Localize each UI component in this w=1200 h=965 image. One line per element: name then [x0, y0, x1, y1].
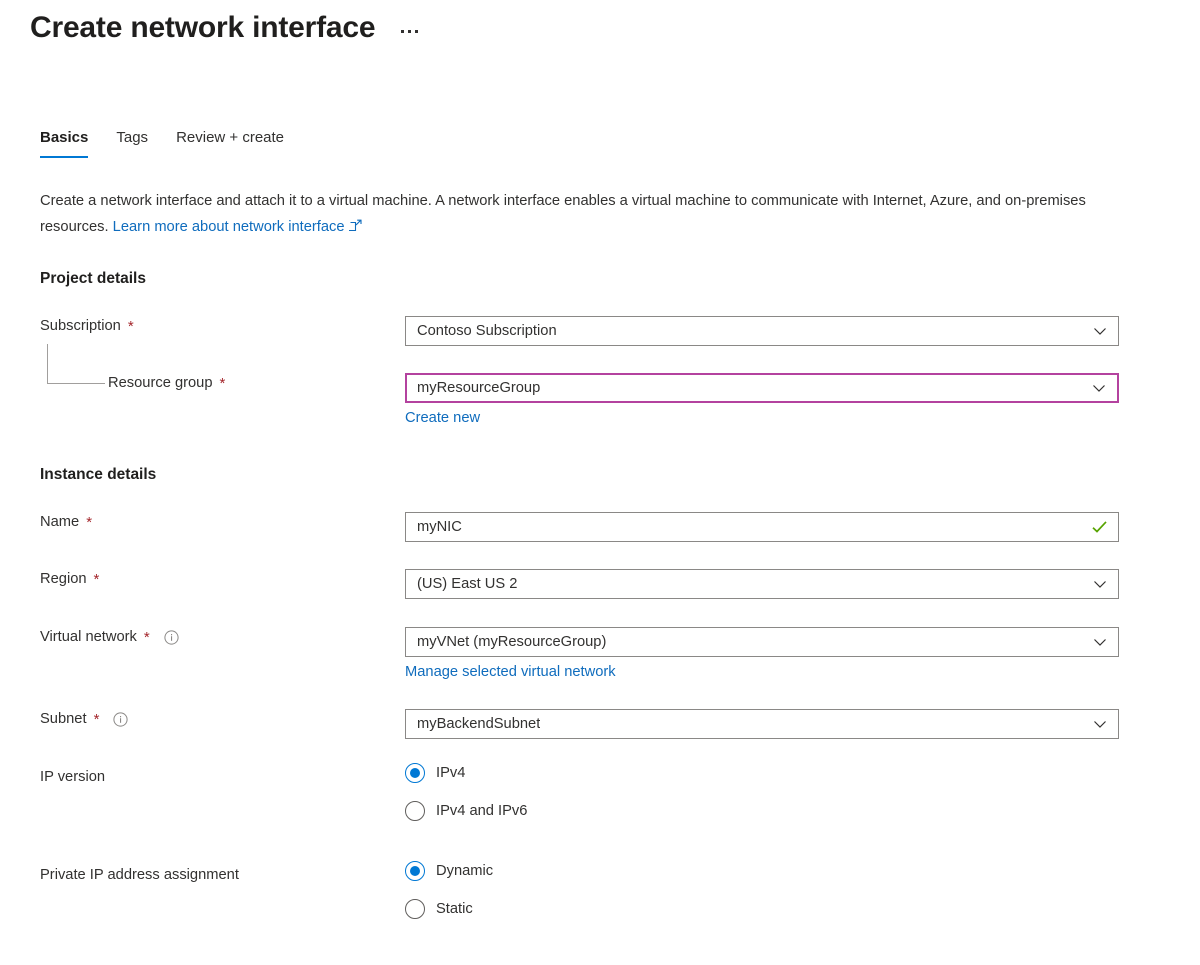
- control-region: (US) East US 2: [405, 569, 1119, 599]
- chevron-down-icon: [1092, 716, 1108, 732]
- resource-group-sublink: Create new: [405, 408, 1119, 428]
- control-name: myNIC: [405, 512, 1119, 542]
- radio-static[interactable]: Static: [405, 894, 493, 924]
- label-virtual-network: Virtual network *: [40, 627, 179, 647]
- label-subnet: Subnet *: [40, 709, 128, 729]
- radio-mark-icon: [405, 801, 425, 821]
- subscription-dropdown[interactable]: Contoso Subscription: [405, 316, 1119, 346]
- control-subscription: Contoso Subscription: [405, 316, 1119, 346]
- label-name-text: Name: [40, 512, 79, 532]
- resource-group-dropdown[interactable]: myResourceGroup: [405, 373, 1119, 403]
- chevron-down-icon: [1092, 323, 1108, 339]
- radio-mark-icon: [405, 899, 425, 919]
- subnet-dropdown[interactable]: myBackendSubnet: [405, 709, 1119, 739]
- region-value: (US) East US 2: [417, 570, 517, 598]
- label-name: Name *: [40, 512, 92, 532]
- radio-group-ip-version: IPv4 IPv4 and IPv6: [405, 758, 527, 826]
- name-input[interactable]: myNIC: [405, 512, 1119, 542]
- radio-mark-icon: [405, 861, 425, 881]
- label-subscription-text: Subscription: [40, 316, 121, 336]
- region-dropdown[interactable]: (US) East US 2: [405, 569, 1119, 599]
- subscription-value: Contoso Subscription: [417, 317, 557, 345]
- label-private-ip-assignment-text: Private IP address assignment: [40, 865, 239, 885]
- create-network-interface-page: Create network interface Basics Tags Rev…: [0, 0, 1200, 965]
- label-private-ip-assignment: Private IP address assignment: [40, 865, 239, 885]
- valid-check-icon: [1091, 519, 1108, 536]
- tab-review-create[interactable]: Review + create: [162, 128, 298, 158]
- virtual-network-sublink: Manage selected virtual network: [405, 662, 1119, 682]
- manage-virtual-network-link[interactable]: Manage selected virtual network: [405, 664, 616, 680]
- radio-ipv4[interactable]: IPv4: [405, 758, 527, 788]
- tab-bar: Basics Tags Review + create: [40, 128, 298, 158]
- radio-group-private-ip-assignment: Dynamic Static: [405, 856, 493, 924]
- required-asterisk: *: [144, 630, 150, 645]
- tree-connector: [47, 344, 105, 384]
- section-heading-instance-details: Instance details: [40, 466, 156, 484]
- more-options-icon[interactable]: [397, 24, 422, 39]
- required-asterisk: *: [94, 572, 100, 587]
- info-icon[interactable]: [164, 630, 179, 645]
- info-icon[interactable]: [113, 712, 128, 727]
- control-subnet: myBackendSubnet: [405, 709, 1119, 739]
- ellipsis-dot: [401, 30, 404, 33]
- label-ip-version: IP version: [40, 767, 105, 787]
- label-subnet-text: Subnet: [40, 709, 87, 729]
- external-link-icon: [349, 215, 362, 241]
- label-region: Region *: [40, 569, 99, 589]
- chevron-down-icon: [1092, 634, 1108, 650]
- radio-mark-icon: [405, 763, 425, 783]
- label-region-text: Region: [40, 569, 87, 589]
- tab-tags[interactable]: Tags: [102, 128, 162, 158]
- learn-more-label: Learn more about network interface: [113, 219, 345, 235]
- required-asterisk: *: [94, 712, 100, 727]
- required-asterisk: *: [220, 376, 226, 391]
- ellipsis-dot: [415, 30, 418, 33]
- virtual-network-value: myVNet (myResourceGroup): [417, 628, 606, 656]
- tab-basics[interactable]: Basics: [40, 128, 102, 158]
- label-resource-group-text: Resource group: [108, 373, 213, 393]
- radio-ipv4-and-ipv6[interactable]: IPv4 and IPv6: [405, 796, 527, 826]
- chevron-down-icon: [1091, 380, 1107, 396]
- label-ip-version-text: IP version: [40, 767, 105, 787]
- create-new-resource-group-link[interactable]: Create new: [405, 410, 480, 426]
- required-asterisk: *: [128, 319, 134, 334]
- label-subscription: Subscription *: [40, 316, 134, 336]
- label-virtual-network-text: Virtual network: [40, 627, 137, 647]
- title-row: Create network interface: [30, 8, 422, 48]
- required-asterisk: *: [86, 515, 92, 530]
- section-heading-project-details: Project details: [40, 270, 146, 288]
- ellipsis-dot: [408, 30, 411, 33]
- resource-group-value: myResourceGroup: [417, 374, 540, 402]
- page-description: Create a network interface and attach it…: [40, 188, 1130, 241]
- control-virtual-network: myVNet (myResourceGroup) Manage selected…: [405, 627, 1119, 682]
- learn-more-link[interactable]: Learn more about network interface: [113, 219, 362, 235]
- chevron-down-icon: [1092, 576, 1108, 592]
- name-value: myNIC: [417, 513, 462, 541]
- radio-static-label: Static: [436, 899, 473, 919]
- page-title: Create network interface: [30, 8, 375, 48]
- radio-dynamic[interactable]: Dynamic: [405, 856, 493, 886]
- control-resource-group: myResourceGroup Create new: [405, 373, 1119, 428]
- subnet-value: myBackendSubnet: [417, 710, 540, 738]
- radio-ipv4-and-ipv6-label: IPv4 and IPv6: [436, 801, 527, 821]
- radio-ipv4-label: IPv4: [436, 763, 465, 783]
- virtual-network-dropdown[interactable]: myVNet (myResourceGroup): [405, 627, 1119, 657]
- radio-dynamic-label: Dynamic: [436, 861, 493, 881]
- label-resource-group: Resource group *: [108, 373, 225, 393]
